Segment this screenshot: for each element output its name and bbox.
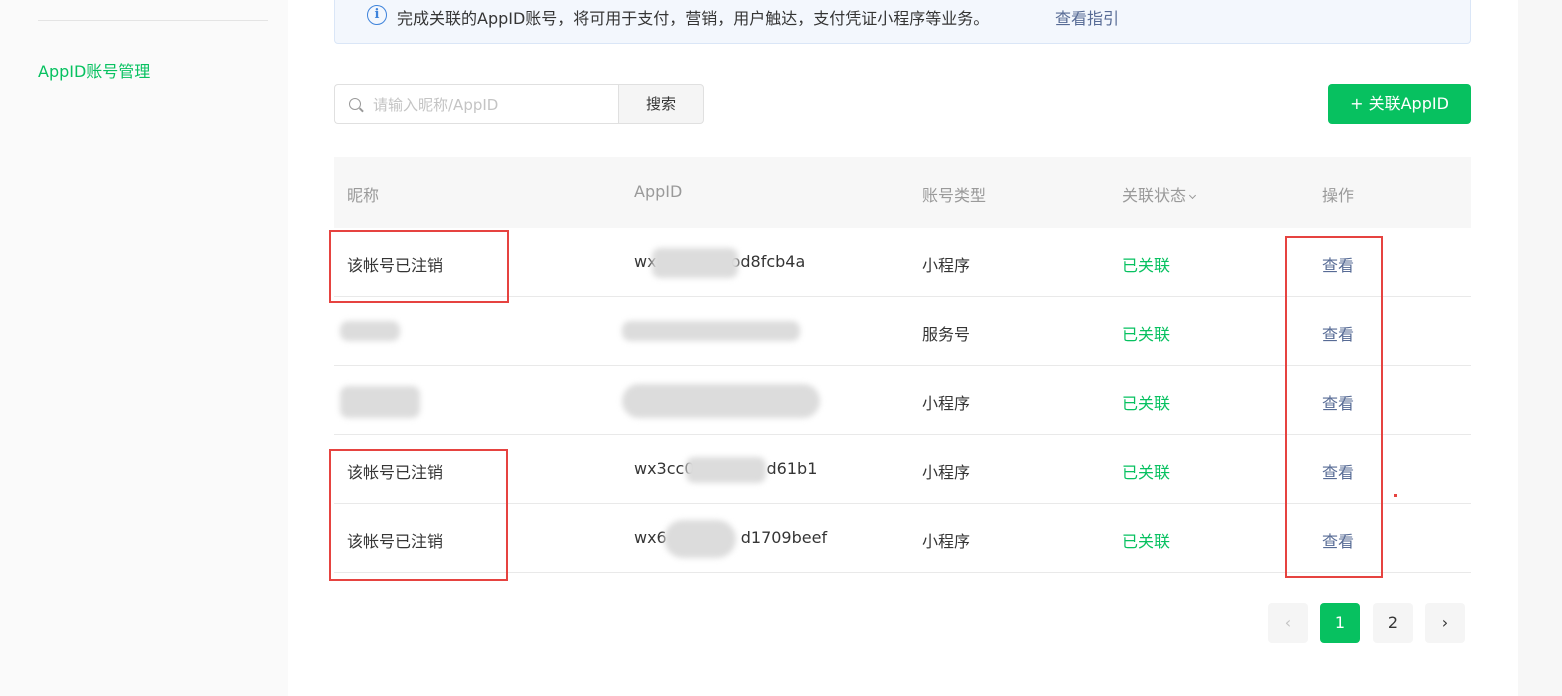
column-header-nickname: 昵称 — [347, 186, 380, 205]
main-content: i 完成关联的AppID账号，将可用于支付，营销，用户触达，支付凭证小程序等业务… — [288, 0, 1518, 696]
table-header: 昵称 AppID 账号类型 关联状态 操作 — [334, 157, 1471, 228]
sidebar: AppID账号管理 — [0, 0, 288, 696]
link-appid-button[interactable]: + 关联AppID — [1328, 84, 1471, 124]
annotation-dot — [1394, 494, 1397, 497]
account-type-cell: 小程序 — [922, 394, 971, 413]
appid-suffix: d61b1 — [766, 459, 818, 478]
annotation-box-nickname-2 — [329, 449, 508, 581]
column-header-appid: AppID — [634, 182, 683, 201]
pagination-page-2[interactable]: 2 — [1373, 603, 1413, 643]
column-header-account-type: 账号类型 — [922, 186, 987, 205]
right-margin — [1518, 0, 1562, 696]
annotation-box-nickname-1 — [329, 230, 509, 303]
chevron-down-icon[interactable] — [1188, 191, 1197, 200]
link-status-cell: 已关联 — [1122, 394, 1171, 413]
sidebar-item-appid-management[interactable]: AppID账号管理 — [38, 58, 150, 82]
link-status-cell: 已关联 — [1122, 532, 1171, 551]
appid-suffix: od8fcb4a — [730, 252, 806, 271]
view-guide-link[interactable]: 查看指引 — [1055, 5, 1119, 29]
pagination-prev-button[interactable]: ‹ — [1268, 603, 1308, 643]
link-status-cell: 已关联 — [1122, 463, 1171, 482]
appid-prefix: wx6 — [634, 528, 667, 547]
column-header-actions: 操作 — [1322, 186, 1355, 205]
notice-text: 完成关联的AppID账号，将可用于支付，营销，用户触达，支付凭证小程序等业务。 — [397, 9, 990, 28]
info-circle-icon: i — [367, 5, 387, 25]
sidebar-divider — [38, 20, 268, 21]
column-header-link-status[interactable]: 关联状态 — [1122, 182, 1197, 206]
redaction-blur — [622, 321, 800, 341]
account-type-cell: 小程序 — [922, 532, 971, 551]
redaction-blur — [622, 384, 820, 418]
account-type-cell: 服务号 — [922, 325, 971, 344]
redaction-blur — [686, 457, 766, 483]
search-icon — [349, 98, 361, 110]
account-type-cell: 小程序 — [922, 256, 971, 275]
column-header-link-status-label: 关联状态 — [1122, 186, 1187, 205]
search-button[interactable]: 搜索 — [618, 84, 704, 124]
notice-banner: i 完成关联的AppID账号，将可用于支付，营销，用户触达，支付凭证小程序等业务… — [334, 0, 1471, 44]
redaction-blur — [340, 321, 400, 341]
search-input[interactable] — [373, 93, 609, 117]
link-status-cell: 已关联 — [1122, 256, 1171, 275]
redaction-blur — [340, 386, 420, 418]
pagination-next-button[interactable]: › — [1425, 603, 1465, 643]
annotation-box-actions — [1285, 236, 1383, 578]
link-status-cell: 已关联 — [1122, 325, 1171, 344]
search-box — [334, 84, 618, 124]
pagination-page-1[interactable]: 1 — [1320, 603, 1360, 643]
redaction-blur — [664, 520, 736, 558]
appid-suffix: d1709beef — [740, 528, 828, 547]
redaction-blur — [652, 248, 738, 278]
account-type-cell: 小程序 — [922, 463, 971, 482]
